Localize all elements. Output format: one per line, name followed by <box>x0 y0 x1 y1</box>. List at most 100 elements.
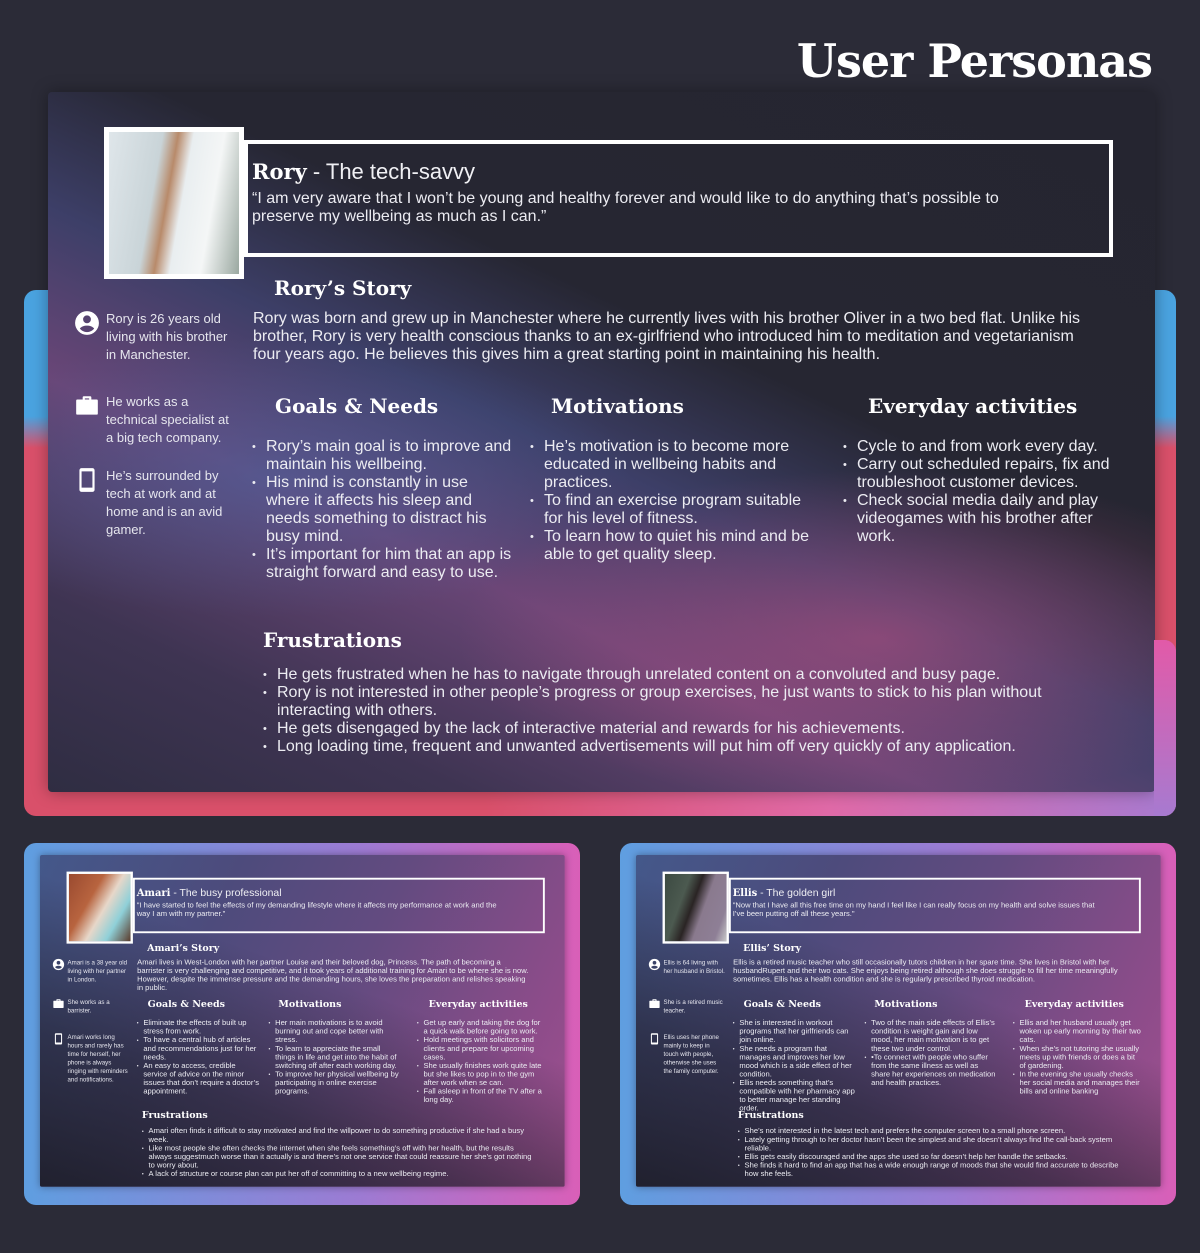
story-heading: Amari’s Story <box>147 942 220 954</box>
fact-text: Amari is a 38 year old living with her p… <box>67 958 128 983</box>
goals-item: She needs a program that manages and imp… <box>733 1045 857 1079</box>
story-text: Amari lives in West-London with her part… <box>137 958 529 992</box>
frustrations-list: He gets frustrated when he has to naviga… <box>263 666 1093 756</box>
motivations-item: To learn how to quiet his mind and be ab… <box>530 528 810 564</box>
persona-header: Ellis - The golden girl "Now that I have … <box>728 877 1141 934</box>
persona-fact: Ellis uses her phone mainly to keep in t… <box>648 1033 729 1076</box>
goals-item: His mind is constantly in use where it a… <box>252 474 514 546</box>
frustrations-heading: Frustrations <box>737 1109 804 1121</box>
story-text: Ellis is a retired music teacher who sti… <box>733 958 1118 984</box>
motivations-item: To find an exercise program suitable for… <box>530 492 810 528</box>
goals-item: Ellis needs something that’s compatible … <box>733 1079 857 1113</box>
persona-fact: He works as a technical specialist at a … <box>74 393 244 447</box>
phone-icon <box>648 1033 660 1076</box>
persona-quote: "Now that I have all this free time on m… <box>732 901 1095 919</box>
persona-card-rory: Rory - The tech-savvy “I am very aware th… <box>48 92 1155 792</box>
activities-item: Ellis and her husband usually get woken … <box>1013 1019 1142 1045</box>
goals-heading: Goals & Needs <box>147 998 225 1010</box>
fact-text: He’s surrounded by tech at work and at h… <box>106 468 223 537</box>
phone-icon <box>74 467 100 539</box>
activities-item: Hold meetings with solicitors and client… <box>417 1036 546 1062</box>
motivations-item: He’s motivation is to become more educat… <box>530 438 810 492</box>
persona-photo <box>104 127 244 279</box>
persona-header: Amari - The busy professional "I have sta… <box>132 877 545 934</box>
user-circle-icon <box>74 310 100 364</box>
goals-item: Rory’s main goal is to improve and maint… <box>252 438 514 474</box>
fact-text: She is a retired music teacher. <box>663 998 723 1014</box>
persona-fact: Amari is a 38 year old living with her p… <box>52 958 133 984</box>
frustration-item: She finds it hard to find an app that ha… <box>738 1161 1131 1178</box>
story-text: Rory was born and grew up in Manchester … <box>253 310 1081 363</box>
activities-item: When she’s not tutoring she usually meet… <box>1013 1045 1142 1071</box>
frustration-item: Rory is not interested in other people’s… <box>263 684 1093 720</box>
activities-item: In the evening she usually checks her so… <box>1013 1070 1142 1096</box>
motivations-list: He’s motivation is to become more educat… <box>530 438 810 564</box>
persona-name-line: Amari - The busy professional <box>137 886 543 899</box>
goals-item: An easy to access, credible service of a… <box>137 1062 261 1096</box>
frustration-item: She’s not interested in the latest tech … <box>738 1127 1131 1136</box>
motivations-item: •To connect with people who suffer from … <box>864 1053 997 1087</box>
persona-fact: She works as a barrister. <box>52 998 133 1015</box>
persona-quote: "I have started to feel the effects of m… <box>136 901 497 919</box>
activities-list: Ellis and her husband usually get woken … <box>1013 1019 1142 1096</box>
persona-photo <box>662 871 729 944</box>
persona-card-ellis: Ellis - The golden girl "Now that I have … <box>636 855 1161 1187</box>
goals-item: It’s important for him that an app is st… <box>252 546 514 582</box>
fact-text: Rory is 26 years old living with his bro… <box>106 311 228 362</box>
frustrations-list: Amari often finds it difficult to stay m… <box>142 1127 535 1178</box>
activities-item: Get up early and taking the dog for a qu… <box>417 1019 546 1036</box>
goals-item: Eliminate the effects of built up stress… <box>137 1019 261 1036</box>
briefcase-icon <box>52 998 64 1015</box>
frustration-item: He gets disengaged by the lack of intera… <box>263 720 1093 738</box>
frustration-item: Lately getting through to her doctor has… <box>738 1136 1131 1153</box>
frustration-item: Like most people she often checks the in… <box>142 1144 535 1170</box>
briefcase-icon <box>74 393 100 447</box>
persona-fact: Amari works long hours and rarely has ti… <box>52 1033 133 1084</box>
persona-quote: “I am very aware that I won’t be young a… <box>252 190 999 225</box>
persona-tagline: - The tech-savvy <box>306 159 476 184</box>
persona-card-amari-backdrop: Amari - The busy professional "I have sta… <box>24 843 580 1205</box>
persona-photo <box>66 871 133 944</box>
goals-list: Rory’s main goal is to improve and maint… <box>252 438 514 582</box>
frustration-item: Long loading time, frequent and unwanted… <box>263 738 1093 756</box>
fact-text: She works as a barrister. <box>67 998 110 1014</box>
activities-item: Fall asleep in front of the TV after a l… <box>417 1087 546 1104</box>
persona-name: Rory <box>252 159 307 184</box>
story-heading: Ellis’ Story <box>743 942 802 954</box>
fact-text: He works as a technical specialist at a … <box>106 394 229 445</box>
frustration-item: Amari often finds it difficult to stay m… <box>142 1127 535 1144</box>
persona-name-line: Rory - The tech-savvy <box>252 158 1109 186</box>
activities-heading: Everyday activities <box>868 394 1078 418</box>
persona-card-ellis-backdrop: Ellis - The golden girl "Now that I have … <box>620 843 1176 1205</box>
persona-name: Ellis <box>732 886 758 899</box>
persona-fact: She is a retired music teacher. <box>648 998 729 1015</box>
motivations-heading: Motivations <box>551 394 684 418</box>
motivations-list: Two of the main side effects of Ellis’s … <box>864 1019 997 1087</box>
motivations-heading: Motivations <box>874 998 938 1010</box>
user-circle-icon <box>52 958 65 984</box>
fact-text: Amari works long hours and rarely has ti… <box>67 1033 128 1083</box>
goals-heading: Goals & Needs <box>743 998 821 1010</box>
activities-item: Check social media daily and play videog… <box>843 492 1115 546</box>
activities-item: Carry out scheduled repairs, fix and tro… <box>843 456 1115 492</box>
activities-heading: Everyday activities <box>1024 998 1124 1010</box>
motivations-item: To learn to appreciate the small things … <box>268 1045 401 1071</box>
motivations-item: Two of the main side effects of Ellis’s … <box>864 1019 997 1053</box>
goals-list: Eliminate the effects of built up stress… <box>137 1019 261 1096</box>
goals-heading: Goals & Needs <box>275 394 439 418</box>
activities-item: Cycle to and from work every day. <box>843 438 1115 456</box>
persona-tagline: - The busy professional <box>170 886 282 899</box>
persona-tagline: - The golden girl <box>757 886 836 899</box>
frustrations-heading: Frustrations <box>263 628 402 652</box>
persona-fact: Ellis is 64 living with her husband in B… <box>648 958 729 975</box>
page-title: User Personas <box>796 34 1153 88</box>
briefcase-icon <box>648 998 660 1015</box>
fact-text: Ellis is 64 living with her husband in B… <box>663 958 725 975</box>
frustrations-heading: Frustrations <box>141 1109 208 1121</box>
motivations-item: To improve her physical wellbeing by par… <box>268 1070 401 1096</box>
activities-heading: Everyday activities <box>428 998 528 1010</box>
frustration-item: He gets frustrated when he has to naviga… <box>263 666 1093 684</box>
persona-name-line: Ellis - The golden girl <box>733 886 1139 899</box>
goals-item: She is interested in workout programs th… <box>733 1019 857 1045</box>
activities-list: Cycle to and from work every day.Carry o… <box>843 438 1115 546</box>
